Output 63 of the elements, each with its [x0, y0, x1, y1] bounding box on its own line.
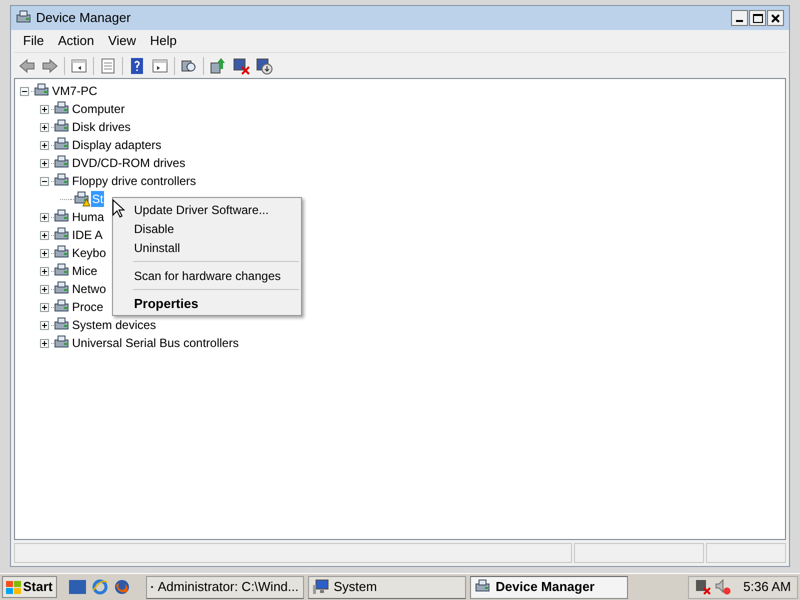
expand-icon[interactable]	[40, 248, 49, 258]
menu-item[interactable]: File	[18, 31, 49, 51]
windows-logo-icon	[6, 580, 21, 594]
back-icon[interactable]	[18, 56, 36, 74]
expand-icon[interactable]	[40, 104, 49, 114]
tree-item[interactable]: Huma	[71, 209, 106, 225]
tree-item[interactable]: Keybo	[71, 245, 108, 261]
maximize-button[interactable]	[749, 10, 766, 26]
expand-icon[interactable]	[40, 230, 49, 240]
expand-icon[interactable]	[40, 122, 49, 132]
tree-item[interactable]: Mice	[71, 263, 98, 279]
tree-item[interactable]: Display adapters	[71, 137, 162, 153]
taskbar-button[interactable]: Device Manager	[470, 576, 628, 598]
tree-item[interactable]: VM7-PC	[51, 83, 98, 99]
properties-icon[interactable]	[99, 56, 117, 74]
tree-item[interactable]: Proce	[71, 299, 104, 315]
tree-item[interactable]: IDE A	[71, 227, 104, 243]
firefox-icon[interactable]	[114, 579, 130, 595]
expand-icon[interactable]	[40, 158, 49, 168]
desktop-icon[interactable]	[68, 580, 86, 594]
help-icon[interactable]	[128, 56, 146, 74]
pane-icon[interactable]	[70, 56, 88, 74]
taskbar-button[interactable]: Administrator: C:\Wind...	[146, 576, 304, 598]
volume-muted-icon[interactable]	[715, 579, 731, 595]
pane-icon[interactable]	[151, 56, 169, 74]
expand-icon[interactable]	[40, 212, 49, 222]
collapse-icon[interactable]	[40, 176, 49, 186]
menu-item[interactable]: Disable	[113, 219, 301, 238]
menu-item[interactable]: Action	[52, 31, 100, 51]
expand-icon[interactable]	[40, 284, 49, 294]
tree-item[interactable]: Disk drives	[71, 119, 132, 135]
browser-icon[interactable]	[92, 579, 108, 595]
expand-icon[interactable]	[40, 320, 49, 330]
update-icon[interactable]	[209, 56, 227, 74]
menu-item[interactable]: View	[103, 31, 142, 51]
menu-item[interactable]: Scan for hardware changes	[113, 266, 301, 285]
clock: 5:36 AM	[743, 578, 791, 596]
collapse-icon[interactable]	[20, 86, 29, 96]
taskbar-button[interactable]: System	[308, 576, 466, 598]
tree-item[interactable]: DVD/CD-ROM drives	[71, 155, 186, 171]
tree-item[interactable]: System devices	[71, 317, 158, 333]
expand-icon[interactable]	[40, 266, 49, 276]
minimize-button[interactable]	[731, 10, 748, 26]
menu-item[interactable]: Properties	[113, 294, 301, 313]
uninstall-icon[interactable]	[232, 56, 250, 74]
monitor-icon	[312, 579, 329, 595]
start-button[interactable]: Start	[2, 576, 57, 598]
forward-icon[interactable]	[41, 56, 59, 74]
window-title: Device Manager	[36, 9, 131, 28]
tree-item[interactable]: Netwo	[71, 281, 108, 297]
close-icon	[771, 14, 780, 22]
close-button[interactable]	[767, 10, 784, 26]
tree-item[interactable]: Computer	[71, 101, 126, 117]
menu-item[interactable]: Help	[145, 31, 182, 51]
mouse-cursor-icon	[112, 199, 125, 218]
expand-icon[interactable]	[40, 338, 49, 348]
tree-item[interactable]: Floppy drive controllers	[71, 173, 198, 189]
expand-icon[interactable]	[40, 302, 49, 312]
expand-icon[interactable]	[40, 140, 49, 150]
tree-item[interactable]: Universal Serial Bus controllers	[71, 335, 240, 351]
menu-item[interactable]: Uninstall	[113, 238, 301, 257]
disable-icon[interactable]	[255, 56, 273, 74]
network-disconnected-icon[interactable]	[695, 579, 711, 595]
